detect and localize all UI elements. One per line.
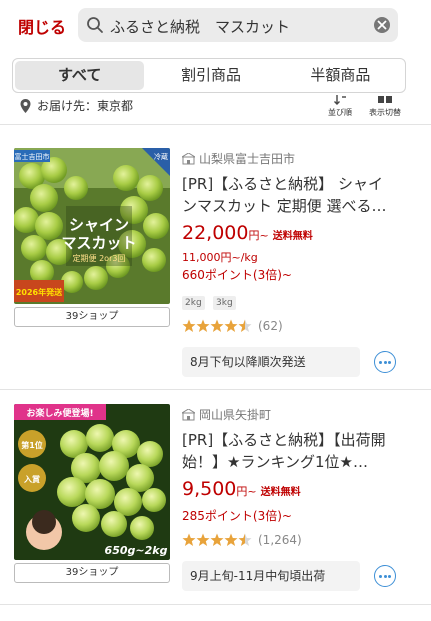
price-value: 9,500 bbox=[182, 478, 237, 500]
review-count[interactable]: (62) bbox=[258, 319, 283, 333]
product-image[interactable]: シャイン マスカット 定期便 2or3回 富士吉田市 冷蔵 2026年発送 bbox=[14, 148, 170, 304]
rating: (62) bbox=[182, 319, 283, 333]
shine-muscat-image: シャイン マスカット 定期便 2or3回 富士吉田市 冷蔵 2026年発送 bbox=[14, 148, 170, 304]
image-year: 2026年発送 bbox=[16, 287, 63, 297]
unit-price: 11,000円~/kg bbox=[182, 251, 258, 264]
header: 閉じる ふるさと納税 マスカット bbox=[0, 0, 431, 52]
variant-chip: 3kg bbox=[213, 296, 236, 310]
view-toggle-label: 表示切替 bbox=[369, 108, 401, 117]
product-image[interactable]: お楽しみ便登場! 第1位 入賞 650g~2kg bbox=[14, 404, 170, 560]
points-label: 285ポイント(3倍)~ bbox=[182, 509, 292, 523]
search-icon bbox=[87, 17, 103, 33]
location-pin-icon bbox=[20, 98, 31, 113]
sort-label: 並び順 bbox=[328, 108, 352, 117]
star-rating-icon bbox=[182, 319, 252, 332]
more-options-button[interactable] bbox=[374, 565, 396, 587]
image-medal-2: 入賞 bbox=[23, 474, 40, 484]
product-price: 9,500円~ 送料無料 bbox=[182, 478, 301, 500]
variant-chip: 2kg bbox=[182, 296, 205, 310]
price-unit: 円~ bbox=[236, 485, 257, 498]
delivery-location-label: お届け先：東京都 bbox=[37, 99, 134, 113]
municipality-icon bbox=[182, 152, 195, 164]
divider bbox=[0, 124, 431, 125]
image-text-line1: シャイン bbox=[69, 216, 129, 234]
free-shipping-label: 送料無料 bbox=[272, 231, 313, 242]
divider bbox=[0, 389, 431, 390]
shipping-info: 9月上旬-11月中旬頃出荷 bbox=[182, 561, 360, 591]
divider bbox=[0, 604, 431, 605]
image-badge-top: 富士吉田市 bbox=[15, 152, 50, 161]
product-region: 山梨県富士吉田市 bbox=[182, 150, 295, 167]
filter-tabs: すべて 割引商品 半額商品 bbox=[12, 58, 406, 93]
rating: (1,264) bbox=[182, 533, 302, 547]
image-text-sub: 定期便 2or3回 bbox=[73, 253, 126, 263]
sort-button[interactable]: 並び順 bbox=[328, 95, 352, 118]
region-label: 岡山県矢掛町 bbox=[199, 408, 272, 422]
product-price: 22,000円~ 送料無料 bbox=[182, 222, 313, 244]
region-label: 山梨県富士吉田市 bbox=[199, 152, 296, 166]
search-query-text: ふるさと納税 マスカット bbox=[110, 18, 291, 36]
delivery-location[interactable]: お届け先：東京都 bbox=[20, 97, 133, 114]
image-text-line2: マスカット bbox=[61, 234, 136, 252]
image-corner-badge: 冷蔵 bbox=[154, 152, 168, 161]
view-toggle-button[interactable]: 表示切替 bbox=[369, 95, 401, 118]
municipality-icon bbox=[182, 408, 195, 420]
grid-view-icon bbox=[378, 96, 392, 103]
clear-search-icon[interactable] bbox=[374, 17, 390, 33]
review-count[interactable]: (1,264) bbox=[258, 533, 302, 547]
price-unit: 円~ bbox=[248, 229, 269, 242]
image-banner: お楽しみ便登場! bbox=[26, 407, 93, 419]
more-options-button[interactable] bbox=[374, 351, 396, 373]
points-label: 660ポイント(3倍)~ bbox=[182, 268, 292, 282]
star-rating-icon bbox=[182, 533, 252, 546]
product-region: 岡山県矢掛町 bbox=[182, 406, 271, 423]
image-medal-1: 第1位 bbox=[21, 440, 43, 450]
search-input[interactable]: ふるさと納税 マスカット bbox=[78, 8, 398, 42]
free-shipping-label: 送料無料 bbox=[260, 487, 301, 498]
sort-icon bbox=[334, 95, 346, 105]
price-value: 22,000 bbox=[182, 222, 249, 244]
close-button[interactable]: 閉じる bbox=[18, 14, 66, 38]
tab-discount[interactable]: 割引商品 bbox=[146, 59, 275, 92]
product-title[interactable]: [PR]【ふるさと納税】【出荷開始！】★ランキング1位★… bbox=[182, 429, 397, 473]
tab-half-price[interactable]: 半額商品 bbox=[276, 59, 405, 92]
image-weight: 650g~2kg bbox=[105, 544, 168, 557]
product-title[interactable]: [PR]【ふるさと納税】 シャインマスカット 定期便 選べる… bbox=[182, 173, 397, 217]
tab-all[interactable]: すべて bbox=[15, 61, 145, 90]
shop-link-button[interactable]: 39ショップ bbox=[14, 563, 170, 583]
shipping-info: 8月下旬以降順次発送 bbox=[182, 347, 360, 377]
muscat-bunch-image: お楽しみ便登場! 第1位 入賞 650g~2kg bbox=[14, 404, 170, 560]
shop-link-button[interactable]: 39ショップ bbox=[14, 307, 170, 327]
